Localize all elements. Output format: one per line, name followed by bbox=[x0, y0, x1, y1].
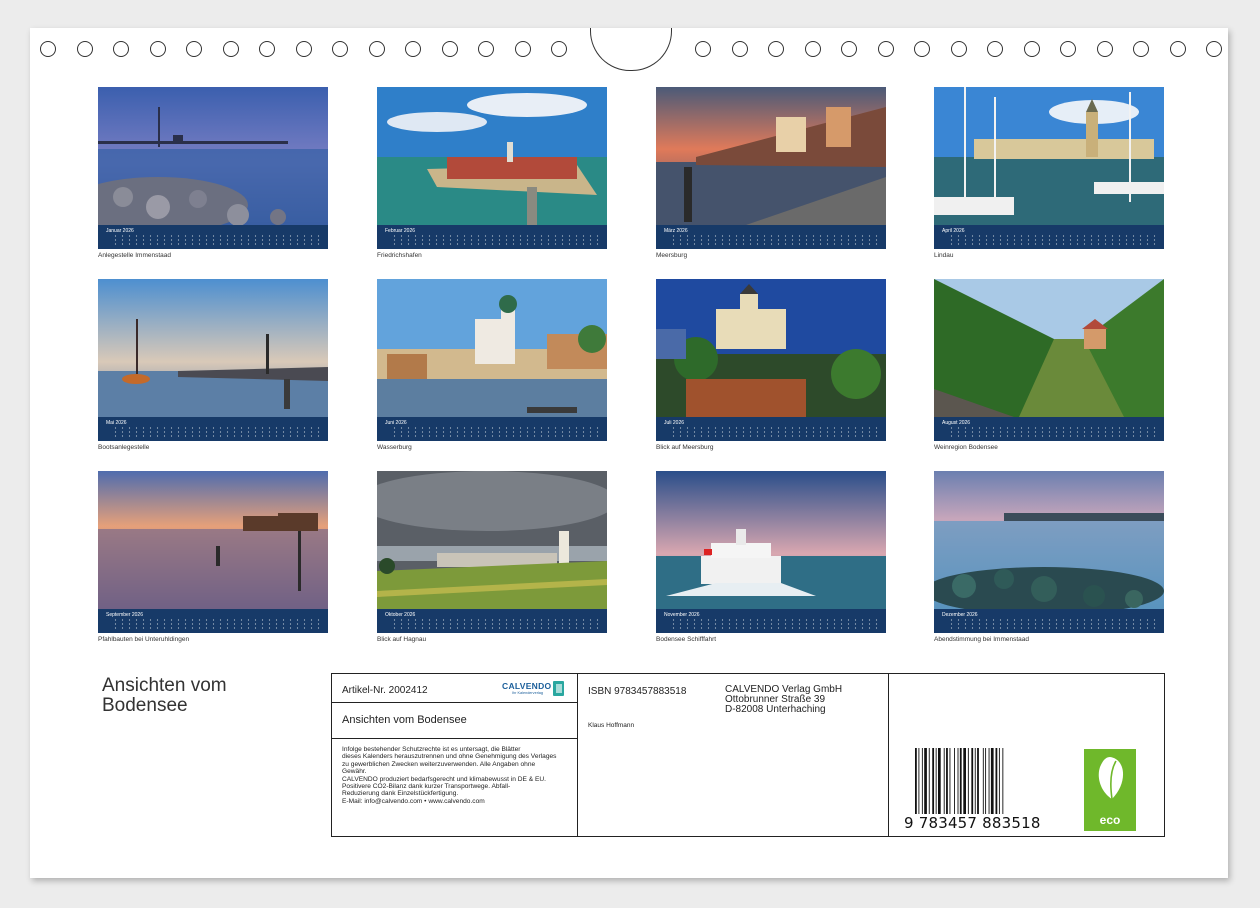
photo-tile-september: September 2026 Pfahlbauten bei Unteruhld… bbox=[98, 471, 328, 643]
binding-hole bbox=[478, 41, 494, 57]
binding-hole bbox=[914, 41, 930, 57]
eco-label: eco bbox=[1099, 813, 1121, 827]
author: Klaus Hoffmann bbox=[588, 722, 635, 729]
ean-barcode bbox=[915, 748, 1004, 814]
calendar-strip-september: September 2026 bbox=[98, 609, 328, 633]
photo-tile-november: November 2026 Bodensee Schifffahrt bbox=[656, 471, 886, 643]
product-title: Ansichten vom Bodensee bbox=[342, 714, 467, 726]
binding-hole bbox=[877, 41, 894, 57]
photo-july bbox=[656, 279, 886, 417]
binding-hole bbox=[731, 41, 748, 57]
binding-hole bbox=[332, 41, 348, 57]
binding-hole bbox=[950, 41, 967, 57]
photo-tile-may: Mai 2026 Bootsanlegestelle bbox=[98, 279, 328, 451]
calendar-strip-may: Mai 2026 bbox=[98, 417, 328, 441]
barcode-area: 9 783457 883518 eco bbox=[890, 674, 1164, 836]
photo-caption: Pfahlbauten bei Unteruhldingen bbox=[98, 636, 190, 643]
photo-tile-october: Oktober 2026 Blick auf Hagnau bbox=[377, 471, 607, 643]
binding-hole bbox=[295, 41, 312, 57]
leaf-icon bbox=[1098, 757, 1124, 800]
binding-hole bbox=[1206, 41, 1222, 57]
photo-tile-july: Juli 2026 Blick auf Meersburg bbox=[656, 279, 886, 451]
calendar-strip-march: März 2026 bbox=[656, 225, 886, 249]
binding-hole bbox=[149, 41, 166, 57]
photo-may bbox=[98, 279, 328, 417]
photo-caption: Blick auf Meersburg bbox=[656, 444, 714, 451]
photo-april bbox=[934, 87, 1164, 225]
photo-october bbox=[377, 471, 607, 609]
photo-caption: Bootsanlegestelle bbox=[98, 444, 150, 451]
binding-hole bbox=[441, 41, 458, 57]
binding-hole bbox=[514, 41, 531, 57]
article-number: Artikel-Nr. 2002412 bbox=[342, 685, 428, 696]
photo-january bbox=[98, 87, 328, 225]
photo-june bbox=[377, 279, 607, 417]
calendar-strip-june: Juni 2026 bbox=[377, 417, 607, 441]
photo-november bbox=[656, 471, 886, 609]
binding-hole bbox=[695, 41, 711, 57]
photo-caption: Anlegestelle Immenstaad bbox=[98, 252, 171, 259]
title-line-2: Bodensee bbox=[102, 695, 188, 716]
photo-august bbox=[934, 279, 1164, 417]
photo-september bbox=[98, 471, 328, 609]
calendar-strip-july: Juli 2026 bbox=[656, 417, 886, 441]
photo-december bbox=[934, 471, 1164, 609]
photo-tile-december: Dezember 2026 Abendstimmung bei Immensta… bbox=[934, 471, 1164, 643]
binding-hole bbox=[804, 41, 821, 57]
photo-tile-january: Januar 2026 Anlegestelle Immenstaad bbox=[98, 87, 328, 259]
eco-badge: eco bbox=[1084, 749, 1136, 831]
photo-tile-june: Juni 2026 Wasserburg bbox=[377, 279, 607, 451]
calendar-strip-december: Dezember 2026 bbox=[934, 609, 1164, 633]
photo-march bbox=[656, 87, 886, 225]
ean-number: 9 783457 883518 bbox=[904, 814, 1041, 832]
isbn: ISBN 9783457883518 bbox=[588, 686, 687, 697]
legal-notice: Infolge bestehender Schutzrechte ist es … bbox=[342, 746, 557, 805]
calendar-strip-april: April 2026 bbox=[934, 225, 1164, 249]
publisher-address: CALVENDO Verlag GmbH Ottobrunner Straße … bbox=[725, 684, 843, 715]
photo-tile-august: August 2026 Weinregion Bodensee bbox=[934, 279, 1164, 451]
binding-hole bbox=[768, 41, 784, 57]
binding-hole bbox=[222, 41, 239, 57]
photo-caption: Bodensee Schifffahrt bbox=[656, 636, 717, 643]
calendar-strip-february: Februar 2026 bbox=[377, 225, 607, 249]
binding-hole bbox=[76, 41, 93, 57]
calvendo-logo: CALVENDO Ihr Kalenderverlag bbox=[500, 681, 570, 697]
binding-hole bbox=[987, 41, 1003, 57]
photo-tile-march: März 2026 Meersburg bbox=[656, 87, 886, 259]
photo-tile-february: Februar 2026 Friedrichshafen bbox=[377, 87, 607, 259]
calendar-strip-january: Januar 2026 bbox=[98, 225, 328, 249]
photo-caption: Meersburg bbox=[656, 252, 688, 259]
binding-hole bbox=[186, 41, 202, 57]
calendar-strip-october: Oktober 2026 bbox=[377, 609, 607, 633]
photo-tile-april: April 2026 Lindau bbox=[934, 87, 1164, 259]
photo-caption: Abendstimmung bei Immenstaad bbox=[934, 636, 1030, 643]
binding-hole bbox=[1060, 41, 1076, 57]
binding-hole bbox=[841, 41, 857, 57]
calendar-strip-november: November 2026 bbox=[656, 609, 886, 633]
photo-caption: Weinregion Bodensee bbox=[934, 444, 998, 451]
binding-hole bbox=[1133, 41, 1149, 57]
binding-hole bbox=[1096, 41, 1113, 57]
photo-caption: Lindau bbox=[934, 252, 954, 259]
binding-hole bbox=[1023, 41, 1040, 57]
binding-hole bbox=[113, 41, 129, 57]
photo-caption: Friedrichshafen bbox=[377, 252, 422, 259]
binding-hole bbox=[551, 41, 567, 57]
photo-caption: Wasserburg bbox=[377, 444, 412, 451]
binding-hole bbox=[259, 41, 275, 57]
photo-february bbox=[377, 87, 607, 225]
binding-hole bbox=[1169, 41, 1186, 57]
photo-caption: Blick auf Hagnau bbox=[377, 636, 427, 643]
binding-hole bbox=[40, 41, 56, 57]
calendar-title: Ansichten vom Bodensee bbox=[102, 676, 302, 716]
calendar-strip-august: August 2026 bbox=[934, 417, 1164, 441]
binding-hole bbox=[368, 41, 385, 57]
binding-hole bbox=[405, 41, 421, 57]
title-line-1: Ansichten vom bbox=[102, 675, 227, 696]
product-info-box: Artikel-Nr. 2002412 CALVENDO Ihr Kalende… bbox=[331, 673, 1165, 837]
